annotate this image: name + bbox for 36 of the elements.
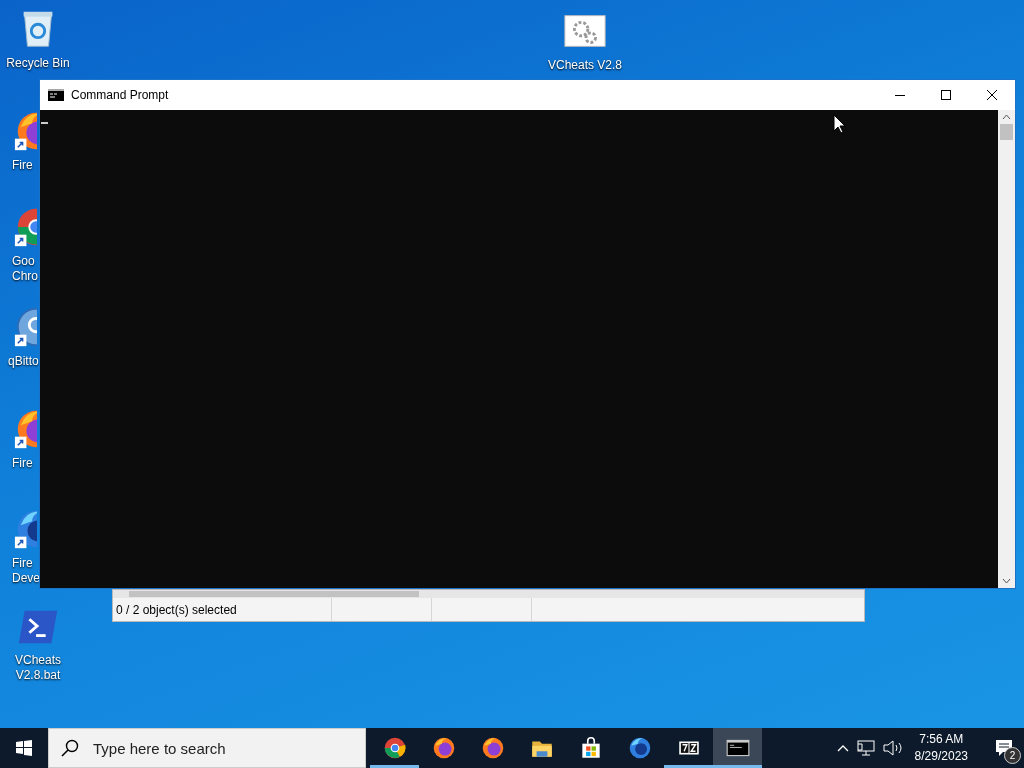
scroll-up-icon[interactable]: [1002, 114, 1011, 120]
icon-label: Fire: [12, 456, 33, 471]
horizontal-scrollbar[interactable]: [113, 590, 864, 598]
status-text: 0 / 2 object(s) selected: [113, 598, 332, 621]
icon-label: Deve: [12, 571, 40, 586]
icon-label: Goo: [12, 254, 35, 269]
vertical-scrollbar[interactable]: [998, 110, 1015, 588]
notifications-button[interactable]: 2: [984, 728, 1024, 768]
clock-date: 8/29/2023: [914, 748, 968, 765]
window-title: Command Prompt: [71, 88, 170, 102]
speaker-icon[interactable]: [882, 740, 903, 756]
clock[interactable]: 7:56 AM 8/29/2023: [914, 731, 968, 765]
icon-label: Chro: [12, 269, 38, 284]
console-icon: [48, 89, 64, 101]
icon-label: qBitto: [8, 354, 39, 369]
icon-label: VCheats V2.8: [547, 58, 622, 73]
chevron-up-icon[interactable]: [836, 744, 849, 752]
icon-label: V2.8.bat: [15, 668, 61, 683]
search-icon: [61, 739, 79, 757]
icon-label: VCheats: [15, 653, 61, 668]
scrollbar-thumb[interactable]: [1000, 124, 1013, 140]
icon-label: Fire: [12, 158, 33, 173]
scroll-down-icon[interactable]: [1002, 578, 1011, 584]
windows-logo-icon: [16, 740, 32, 756]
maximize-icon: [941, 90, 951, 100]
icon-label: Recycle Bin: [6, 56, 70, 71]
icon-label: Fire: [12, 556, 33, 571]
notification-badge: 2: [1004, 747, 1021, 764]
mouse-pointer-icon: [833, 114, 846, 134]
search-field[interactable]: Type here to search: [91, 738, 355, 758]
taskbar-app-button[interactable]: [713, 728, 762, 768]
close-icon: [987, 90, 997, 100]
text-cursor: [41, 122, 48, 124]
clock-time: 7:56 AM: [919, 731, 964, 748]
network-icon[interactable]: [856, 740, 875, 756]
search-box[interactable]: Type here to search: [48, 728, 366, 768]
